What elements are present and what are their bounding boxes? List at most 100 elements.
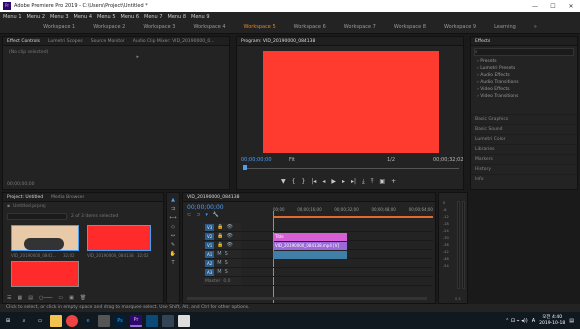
workspaces-more-icon[interactable]: »: [534, 24, 537, 30]
panel-history[interactable]: History: [471, 164, 577, 174]
clip-thumbnail[interactable]: [11, 225, 79, 251]
app-icon[interactable]: [146, 314, 158, 327]
track-label-a1[interactable]: A1: [205, 250, 215, 258]
mark-out-icon[interactable]: }: [301, 178, 305, 186]
effects-group[interactable]: › Video Transitions: [471, 93, 577, 100]
workspace-tab[interactable]: Workspace 2: [93, 24, 125, 30]
mute-icon[interactable]: M: [217, 251, 221, 257]
export-frame-icon[interactable]: ▣: [379, 178, 385, 186]
tab-source[interactable]: Source Monitor: [91, 39, 125, 44]
search-icon[interactable]: ⌕: [18, 315, 30, 327]
lock-icon[interactable]: 🔒: [217, 233, 223, 239]
effects-group[interactable]: › Audio Transitions: [471, 79, 577, 86]
menu-clip[interactable]: Menu 3: [50, 14, 69, 20]
work-area-bar[interactable]: [273, 216, 433, 218]
edge-icon[interactable]: e: [82, 315, 94, 327]
minimize-button[interactable]: —: [526, 3, 544, 10]
track-label-a3[interactable]: A3: [205, 268, 215, 276]
solo-icon[interactable]: S: [225, 269, 228, 275]
tab-media-browser[interactable]: Media Browser: [51, 195, 84, 200]
tab-effect-controls[interactable]: Effect Controls: [7, 39, 40, 44]
timeline-scrollbar[interactable]: [187, 297, 427, 300]
track-label-v3[interactable]: V3: [205, 223, 215, 231]
go-to-out-icon[interactable]: ▸|: [351, 178, 356, 186]
video-clip[interactable]: VID_20190000_084138.mp4 [V]: [273, 242, 347, 250]
panel-lumetri-color[interactable]: Lumetri Color: [471, 134, 577, 144]
playhead-bar[interactable]: [243, 168, 459, 169]
panel-essential-sound[interactable]: Basic Sound: [471, 124, 577, 134]
lift-icon[interactable]: ⤓: [362, 178, 365, 186]
program-timecode[interactable]: 00;00;00;00: [241, 157, 272, 163]
sequence-thumbnail[interactable]: [87, 225, 151, 251]
fit-dropdown[interactable]: Fit: [289, 157, 295, 163]
extract-icon[interactable]: ⤒: [371, 178, 374, 186]
photoshop-icon[interactable]: Ps: [114, 314, 126, 327]
close-button[interactable]: ✕: [562, 3, 580, 10]
solo-icon[interactable]: S: [225, 260, 228, 266]
resolution-dropdown[interactable]: 1/2: [387, 157, 395, 163]
play-icon[interactable]: ▶: [331, 178, 336, 186]
app-icon3[interactable]: [178, 314, 190, 327]
razor-tool-icon[interactable]: ◇: [171, 224, 175, 230]
panel-markers[interactable]: Markers: [471, 154, 577, 164]
effects-search-input[interactable]: ⌕: [474, 48, 574, 56]
third-thumbnail[interactable]: [11, 261, 79, 287]
audio-clip[interactable]: [273, 251, 347, 259]
explorer-icon[interactable]: [50, 314, 62, 327]
settings-wrench-icon[interactable]: 🔧: [213, 212, 219, 218]
add-marker-icon[interactable]: ▼: [281, 178, 286, 186]
effects-title[interactable]: Effects: [475, 39, 490, 44]
store-icon[interactable]: [98, 314, 110, 327]
go-to-in-icon[interactable]: |◂: [311, 178, 316, 186]
workspace-tab[interactable]: Workspace 6: [294, 24, 326, 30]
workspace-tab[interactable]: Workspace 1: [43, 24, 75, 30]
mute-icon[interactable]: M: [217, 260, 221, 266]
menu-edit[interactable]: Menu 2: [27, 14, 46, 20]
task-view-icon[interactable]: ▭: [34, 315, 46, 327]
timeline-sequence-tab[interactable]: VID_20190000_084138: [187, 195, 239, 200]
menu-markers[interactable]: Menu 5: [97, 14, 116, 20]
panel-info[interactable]: Info: [471, 174, 577, 184]
expand-arrow-icon[interactable]: ▸: [136, 54, 139, 60]
premiere-icon[interactable]: Pr: [130, 314, 142, 327]
eye-icon[interactable]: 👁: [227, 233, 233, 239]
menu-view[interactable]: Menu 7: [144, 14, 163, 20]
pen-tool-icon[interactable]: ✎: [171, 242, 175, 248]
maximize-button[interactable]: ☐: [544, 3, 562, 10]
new-bin-icon[interactable]: ▭: [58, 295, 63, 301]
menu-file[interactable]: Menu 1: [3, 14, 22, 20]
menu-sequence[interactable]: Menu 4: [74, 14, 93, 20]
track-label-v1[interactable]: V1: [205, 241, 215, 249]
new-item-icon[interactable]: ▣: [69, 295, 74, 301]
chrome-icon[interactable]: [66, 314, 78, 327]
panel-basic-graphics[interactable]: Basic Graphics: [471, 114, 577, 124]
button-editor-icon[interactable]: +: [391, 178, 396, 186]
language-indicator[interactable]: A: [532, 318, 535, 324]
tab-lumetri-scopes[interactable]: Lumetri Scopes: [48, 39, 83, 44]
eye-icon[interactable]: 👁: [227, 242, 233, 248]
workspace-tab[interactable]: Workspace 7: [344, 24, 376, 30]
workspace-tab[interactable]: Workspace 4: [193, 24, 225, 30]
workspace-tab[interactable]: Workspace 9: [444, 24, 476, 30]
menu-window[interactable]: Menu 8: [168, 14, 187, 20]
step-back-icon[interactable]: ◂: [322, 178, 325, 186]
timeline-timecode[interactable]: 00;00;00;00: [187, 204, 224, 211]
mark-in-icon[interactable]: {: [292, 178, 296, 186]
windows-icon[interactable]: ⊞: [2, 315, 14, 327]
hand-tool-icon[interactable]: ✋: [170, 251, 176, 257]
program-title[interactable]: Program: VID_20190000_084138: [241, 39, 315, 44]
system-tray-icons[interactable]: ⌃ ⊡ ⌁ ◂)): [505, 318, 528, 324]
title-clip[interactable]: Title: [273, 233, 347, 241]
track-select-icon[interactable]: ⇉: [171, 206, 175, 212]
master-volume[interactable]: 0.0: [223, 279, 230, 284]
playhead-icon[interactable]: [243, 165, 247, 170]
freeform-view-icon[interactable]: ▤: [28, 295, 33, 301]
icon-view-icon[interactable]: ▦: [17, 295, 22, 301]
tab-project[interactable]: Project: Untitled: [7, 195, 43, 200]
menu-graphics[interactable]: Menu 6: [121, 14, 140, 20]
mute-icon[interactable]: M: [217, 269, 221, 275]
effects-group[interactable]: › Lumetri Presets: [471, 65, 577, 72]
clock-date[interactable]: 2019-10-18: [539, 321, 565, 327]
lock-icon[interactable]: 🔒: [217, 242, 223, 248]
notification-icon[interactable]: ▤: [569, 318, 574, 324]
